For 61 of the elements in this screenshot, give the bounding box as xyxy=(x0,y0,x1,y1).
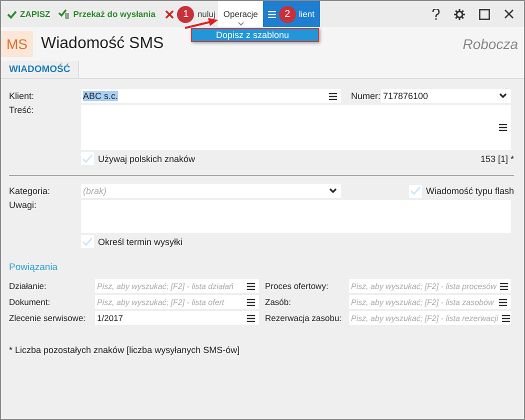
forward-button[interactable]: Przekaż do wysłania xyxy=(58,7,156,21)
list-icon[interactable] xyxy=(329,92,337,100)
callout-badge: 2 xyxy=(278,6,296,22)
input-field[interactable]: Pisz, aby wyszukać; [F2] - lista rezerwacji xyxy=(349,311,511,325)
list-icon[interactable] xyxy=(499,298,507,306)
list-icon[interactable] xyxy=(247,298,255,306)
field-label: Zasób: xyxy=(264,297,292,307)
field-label: Kategoria: xyxy=(9,186,52,196)
checkbox[interactable] xyxy=(81,152,94,165)
checkbox-label: Używaj polskich znaków xyxy=(98,154,196,164)
input-field[interactable]: Pisz, aby wyszukać; [F2] - lista procesów xyxy=(349,279,511,293)
window-title: Wiadomość SMS xyxy=(41,35,164,53)
input-field[interactable]: Pisz, aby wyszukać; [F2] - lista zasobów xyxy=(349,295,511,309)
tab[interactable]: WIADOMOŚĆ xyxy=(1,61,80,78)
input-field[interactable]: 1/2017 xyxy=(95,311,259,325)
list-icon[interactable] xyxy=(247,282,255,290)
save-button[interactable]: ZAPISZ xyxy=(7,7,50,21)
section-heading: Powiązania xyxy=(9,262,59,273)
close-icon xyxy=(165,10,174,18)
checkbox[interactable] xyxy=(408,184,422,198)
close-icon[interactable] xyxy=(504,9,514,19)
maximize-icon[interactable] xyxy=(479,8,490,20)
select-field[interactable]: (brak) xyxy=(81,184,341,198)
avatar: MS xyxy=(1,31,33,57)
field-label: Proces ofertowy: xyxy=(264,281,330,291)
check-document-icon xyxy=(58,9,70,19)
menu-item[interactable]: Dopisz z szablonu xyxy=(216,30,290,40)
input-field[interactable]: Pisz, aby wyszukać; [F2] - lista działań xyxy=(95,279,259,293)
menu-button[interactable]: 2 lient xyxy=(262,1,320,27)
select-field[interactable]: 717876100 xyxy=(381,89,511,103)
field-label: Rezerwacja zasobu: xyxy=(264,313,343,323)
list-icon[interactable] xyxy=(502,314,510,322)
menu-button[interactable]: Operacje xyxy=(218,1,263,27)
caret-icon xyxy=(238,22,244,26)
callout-badge: 1 xyxy=(177,6,194,22)
list-icon xyxy=(268,10,276,18)
annotation-arrow xyxy=(184,18,218,29)
field-label: Klient: xyxy=(9,91,36,101)
input-field[interactable]: ABC s.c. xyxy=(81,89,341,103)
field-label: Uwagi: xyxy=(9,200,38,210)
field-label: Dokument: xyxy=(9,297,52,307)
field-label: Działanie: xyxy=(9,281,48,291)
settings-icon[interactable] xyxy=(454,8,465,20)
cancel-button[interactable]: 1 nuluj xyxy=(165,7,216,21)
list-icon[interactable] xyxy=(247,314,255,322)
checkbox[interactable] xyxy=(81,235,94,248)
checkbox-label: Określ termin wysyłki xyxy=(98,236,183,246)
list-icon[interactable] xyxy=(499,124,507,131)
footnote: * Liczba pozostałych znaków [liczba wysyłanych SMS-ów] xyxy=(9,345,241,355)
input-field[interactable]: Pisz, aby wyszukać; [F2] - lista ofert xyxy=(95,295,259,309)
field-label: Numer: xyxy=(351,91,381,101)
list-icon[interactable] xyxy=(500,282,508,290)
chevron-down-icon[interactable] xyxy=(499,93,507,99)
character-counter: 153 [1] * xyxy=(480,154,514,164)
field-label: Treść: xyxy=(9,105,35,115)
checkmark-icon xyxy=(7,10,17,18)
chevron-down-icon[interactable] xyxy=(329,188,337,194)
help-icon[interactable] xyxy=(432,8,440,20)
status-label: Robocza xyxy=(462,36,518,52)
field-label: Zlecenie serwisowe: xyxy=(9,313,87,323)
checkbox-label: Wiadomość typu flash xyxy=(426,186,514,196)
